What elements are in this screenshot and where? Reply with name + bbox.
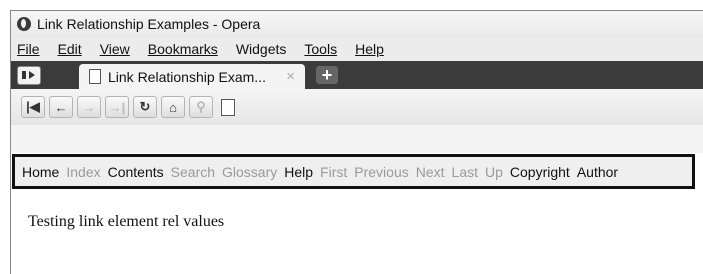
opera-logo-icon	[17, 17, 31, 31]
document-icon	[89, 69, 101, 84]
navigation-link-bar: Home Index Contents Search Glossary Help…	[11, 153, 703, 193]
link-search: Search	[170, 163, 216, 180]
back-arrow-icon[interactable]: ←	[49, 96, 73, 118]
menu-tools-label: Tools	[304, 41, 338, 57]
page-content: Testing link element rel values	[11, 193, 703, 274]
menu-widgets-label: Widgets	[235, 41, 287, 57]
menu-view[interactable]: View	[100, 41, 130, 57]
link-bar-frame: Home Index Contents Search Glossary Help…	[12, 154, 695, 189]
wand-icon[interactable]: ⚲	[189, 96, 213, 118]
link-help[interactable]: Help	[284, 164, 313, 180]
link-author[interactable]: Author	[577, 164, 618, 180]
browser-window: Link Relationship Examples - Opera File …	[10, 10, 703, 274]
menu-view-label: View	[99, 41, 130, 57]
tab-title: Link Relationship Exam...	[108, 68, 266, 85]
rewind-icon[interactable]: |◀	[21, 96, 45, 118]
title-bar: Link Relationship Examples - Opera	[11, 11, 703, 37]
menu-help[interactable]: Help	[355, 41, 384, 57]
document-icon	[221, 98, 235, 116]
panel-toggle-icon[interactable]	[17, 66, 41, 85]
menu-edit[interactable]: Edit	[58, 41, 82, 57]
menu-tools[interactable]: Tools	[304, 41, 337, 57]
link-contents[interactable]: Contents	[108, 164, 164, 180]
tab-active[interactable]: Link Relationship Exam... ×	[79, 64, 305, 89]
link-home[interactable]: Home	[22, 164, 59, 180]
forward-arrow-icon[interactable]: →	[77, 96, 101, 118]
reload-icon[interactable]: ↻	[133, 96, 157, 118]
menu-file-label: File	[17, 41, 40, 57]
new-tab-button[interactable]: +	[316, 66, 338, 84]
menu-bookmarks-label: Bookmarks	[147, 41, 218, 57]
home-icon[interactable]: ⌂	[161, 96, 185, 118]
close-icon[interactable]: ×	[286, 68, 295, 85]
window-title: Link Relationship Examples - Opera	[37, 16, 261, 32]
link-index: Index	[66, 163, 101, 180]
menu-bookmarks[interactable]: Bookmarks	[148, 41, 218, 57]
fast-forward-icon[interactable]: →|	[105, 96, 129, 118]
menu-bar: File Edit View Bookmarks Widgets Tools H…	[11, 37, 703, 61]
menu-file[interactable]: File	[17, 41, 40, 57]
tab-bar: Link Relationship Exam... × +	[11, 61, 703, 89]
link-up: Up	[485, 163, 503, 180]
link-next: Next	[415, 163, 445, 180]
menu-widgets[interactable]: Widgets	[236, 41, 287, 57]
menu-help-label: Help	[355, 41, 384, 57]
link-first: First	[320, 163, 348, 180]
link-glossary: Glossary	[222, 163, 278, 180]
link-last: Last	[451, 163, 478, 180]
menu-edit-label: Edit	[57, 41, 82, 57]
page-text: Testing link element rel values	[28, 213, 225, 230]
navigation-bar: |◀ ← → →| ↻ ⌂ ⚲	[11, 89, 703, 125]
link-previous: Previous	[354, 163, 409, 180]
link-copyright[interactable]: Copyright	[510, 164, 570, 180]
